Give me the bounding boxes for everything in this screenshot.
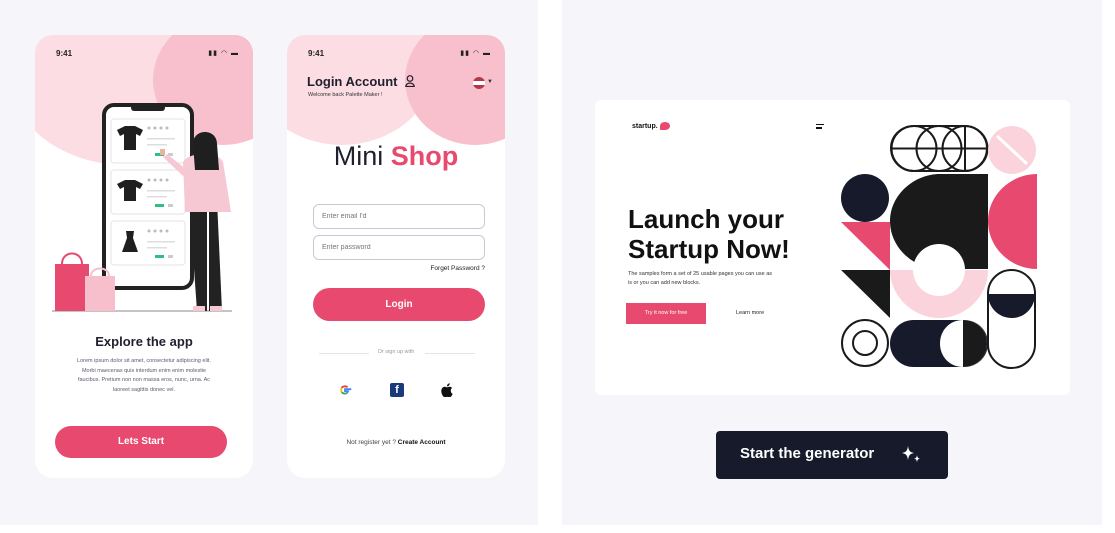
onboarding-phone: 9:41 ▮▮ ◠ ▬ Explore the app Lorem ipsum … — [35, 35, 253, 478]
explore-title: Explore the app — [95, 334, 193, 349]
login-subtitle: Welcome back Palette Maker ! — [308, 92, 383, 98]
try-free-button[interactable]: Try it now for free — [626, 303, 706, 324]
create-account-link[interactable]: Create Account — [398, 439, 446, 446]
hamburger-menu-icon[interactable] — [816, 124, 824, 131]
user-icon — [405, 75, 415, 87]
status-icons: ▮▮ ◠ ▬ — [208, 50, 239, 57]
login-button[interactable]: Login — [313, 288, 485, 321]
brand-logo: Mini Shop — [333, 141, 459, 171]
learn-more-link[interactable]: Learn more — [736, 310, 764, 316]
google-icon[interactable] — [338, 383, 352, 397]
explore-description: Lorem ipsum dolor sit amet, consectetur … — [77, 358, 211, 393]
hero-headline: Launch your Startup Now! — [628, 204, 790, 264]
register-text: Not register yet ? Create Account — [346, 439, 446, 446]
status-time: 9:41 — [56, 49, 73, 58]
startup-preview-card: startup. Launch your Startup Now! The sa… — [595, 100, 1070, 395]
apple-icon[interactable] — [440, 383, 454, 398]
generator-button-label: Start the generator — [740, 445, 875, 462]
login-title: Login Account — [307, 74, 398, 89]
status-time: 9:41 — [308, 49, 325, 58]
logo-blob-icon — [659, 122, 670, 130]
forget-password-link[interactable]: Forget Password ? — [430, 265, 485, 272]
shopping-illustration — [52, 103, 232, 312]
or-sign-up-text: Or sign up with — [377, 349, 415, 355]
password-field[interactable] — [313, 235, 485, 260]
login-phone: 9:41 ▮▮ ◠ ▬ Login Account ▼ Welcome back… — [287, 35, 505, 478]
start-generator-button[interactable]: Start the generator — [716, 431, 948, 479]
email-field[interactable] — [313, 204, 485, 229]
lets-start-button[interactable]: Lets Start — [55, 426, 227, 458]
flag-icon[interactable] — [473, 77, 485, 89]
startup-logo: startup. — [632, 122, 670, 130]
chevron-down-icon[interactable]: ▼ — [487, 79, 493, 85]
facebook-icon[interactable]: f — [390, 383, 404, 397]
sparkle-icon — [902, 446, 920, 463]
geometric-artwork — [841, 125, 1037, 369]
status-icons: ▮▮ ◠ ▬ — [460, 50, 491, 57]
hero-description: The samples form a set of 25 usable page… — [628, 271, 772, 286]
